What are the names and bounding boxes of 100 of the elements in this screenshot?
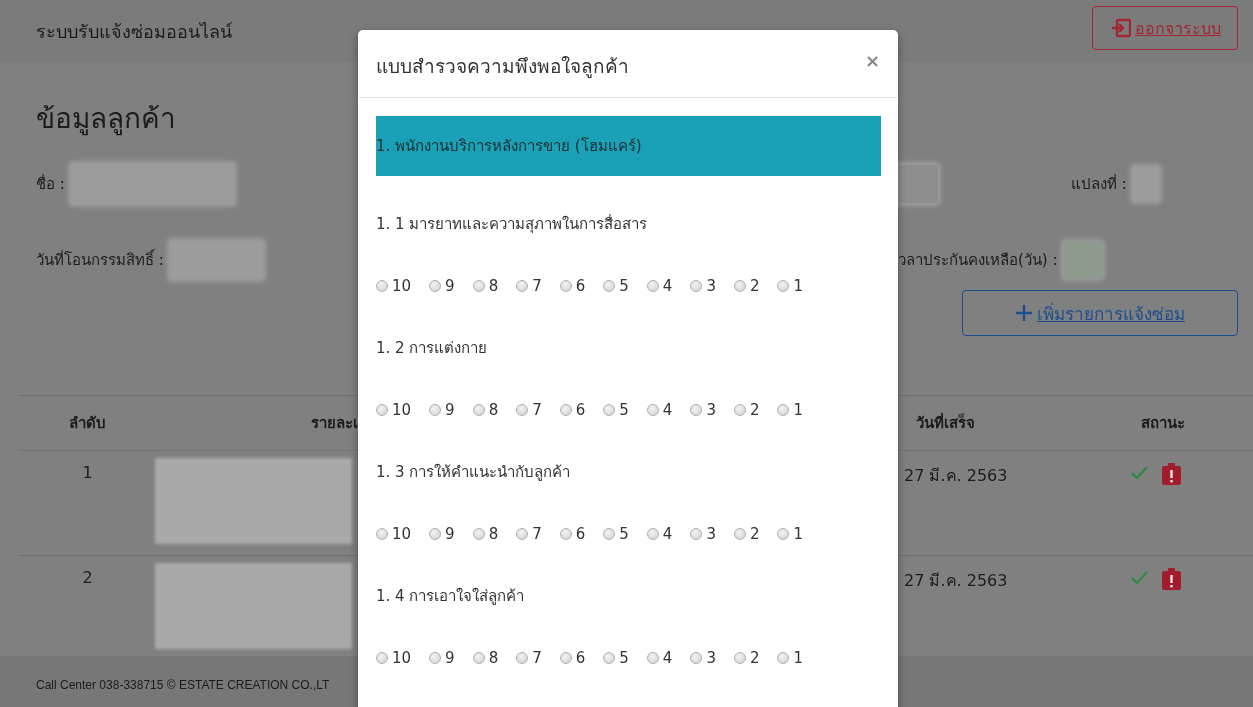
question-label: 1. 3 การให้คำแนะนำกับลูกค้า (376, 462, 572, 483)
footer-text: Call Center 038-338715 © ESTATE CREATION CO.,LT (36, 678, 330, 692)
radio-button[interactable] (690, 280, 703, 292)
rating-option[interactable]: 7 (516, 277, 542, 295)
rating-option[interactable]: 4 (646, 525, 673, 543)
section-heading: ข้อมูลลูกค้า (36, 101, 176, 138)
radio-button[interactable] (559, 652, 572, 664)
rating-option[interactable]: 6 (559, 277, 586, 295)
plus-icon (1015, 304, 1033, 322)
radio-button[interactable] (646, 404, 659, 416)
radio-button[interactable] (777, 280, 790, 292)
radio-button[interactable] (376, 404, 388, 416)
radio-button[interactable] (646, 528, 659, 540)
rating-option[interactable]: 9 (429, 277, 455, 295)
rating-option[interactable]: 8 (472, 649, 499, 667)
rating-option[interactable]: 8 (472, 401, 499, 419)
rating-option[interactable]: 8 (472, 525, 499, 543)
radio-button[interactable] (429, 280, 442, 292)
close-button[interactable]: × (862, 50, 882, 71)
radio-button[interactable] (516, 528, 529, 540)
radio-button[interactable] (472, 280, 485, 292)
rating-option[interactable]: 5 (603, 277, 629, 295)
rating-option[interactable]: 7 (516, 649, 542, 667)
blurred-value (898, 165, 938, 203)
logout-icon (1111, 18, 1131, 38)
rating-option[interactable]: 1 (777, 649, 803, 667)
rating-option[interactable]: 3 (690, 401, 716, 419)
rating-option[interactable]: 1 (777, 525, 803, 543)
radio-button[interactable] (429, 528, 442, 540)
rating-option[interactable]: 7 (516, 401, 542, 419)
rating-option[interactable]: 10 (376, 525, 412, 543)
radio-button[interactable] (646, 280, 659, 292)
radio-button[interactable] (603, 404, 616, 416)
question-label: 1. 2 การแต่งกาย (376, 338, 489, 359)
radio-button[interactable] (646, 652, 659, 664)
section-header: 1. พนักงานบริการหลังการขาย (โฮมแคร์) (376, 116, 881, 176)
clipboard-alert-icon (1160, 568, 1182, 591)
radio-button[interactable] (690, 528, 703, 540)
column-header: สถานะ (1139, 413, 1186, 434)
rating-option[interactable]: 2 (733, 277, 760, 295)
radio-button[interactable] (690, 652, 703, 664)
radio-button[interactable] (733, 404, 746, 416)
rating-option[interactable]: 3 (690, 649, 716, 667)
radio-button[interactable] (376, 280, 388, 292)
rating-option[interactable]: 10 (376, 649, 412, 667)
radio-button[interactable] (559, 280, 572, 292)
radio-button[interactable] (603, 528, 616, 540)
radio-button[interactable] (429, 652, 442, 664)
rating-option[interactable]: 2 (733, 401, 760, 419)
rating-option[interactable]: 4 (646, 401, 673, 419)
rating-option[interactable]: 6 (559, 649, 586, 667)
rating-option[interactable]: 2 (733, 525, 760, 543)
field-label: แปลงที่ : (1071, 173, 1127, 195)
dialog-title: แบบสำรวจความพึงพอใจลูกค้า (376, 53, 629, 80)
rating-option[interactable]: 5 (603, 525, 629, 543)
rating-option[interactable]: 3 (690, 525, 716, 543)
rating-option[interactable]: 10 (376, 401, 412, 419)
rating-option[interactable]: 4 (646, 649, 673, 667)
radio-button[interactable] (777, 528, 790, 540)
radio-button[interactable] (777, 404, 790, 416)
radio-button[interactable] (516, 652, 529, 664)
radio-button[interactable] (376, 528, 388, 540)
rating-option[interactable]: 5 (603, 401, 629, 419)
radio-button[interactable] (559, 404, 572, 416)
rating-option[interactable]: 6 (559, 401, 586, 419)
radio-button[interactable] (516, 404, 529, 416)
table-cell-text: 27 มี.ค. 2563 (903, 570, 1009, 592)
radio-button[interactable] (603, 280, 616, 292)
radio-button[interactable] (429, 404, 442, 416)
field-label: วลาประกันคงเหลือ(วัน) : (898, 250, 1058, 271)
rating-option[interactable]: 5 (603, 649, 629, 667)
radio-button[interactable] (603, 652, 616, 664)
question-label: 1. 1 มารยาทและความสุภาพในการสื่อสาร (376, 213, 649, 236)
field-label: วันที่โอนกรรมสิทธิ์ : (36, 248, 164, 271)
column-header: ลำดับ (68, 413, 107, 434)
field-label: ชื่อ : (36, 173, 65, 195)
rating-option[interactable]: 3 (690, 277, 716, 295)
rating-option[interactable]: 4 (646, 277, 673, 295)
rating-option[interactable]: 10 (376, 277, 412, 295)
radio-button[interactable] (472, 404, 485, 416)
rating-option[interactable]: 1 (777, 277, 803, 295)
rating-option[interactable]: 9 (429, 401, 455, 419)
column-header: วันที่เสร็จ (915, 411, 976, 434)
radio-button[interactable] (472, 652, 485, 664)
radio-button[interactable] (472, 528, 485, 540)
rating-option[interactable]: 7 (516, 525, 542, 543)
radio-button[interactable] (733, 652, 746, 664)
radio-button[interactable] (559, 528, 572, 540)
rating-option[interactable]: 9 (429, 649, 455, 667)
radio-button[interactable] (376, 652, 388, 664)
radio-button[interactable] (516, 280, 529, 292)
rating-option[interactable]: 6 (559, 525, 586, 543)
radio-button[interactable] (690, 404, 703, 416)
radio-button[interactable] (777, 652, 790, 664)
rating-option[interactable]: 1 (777, 401, 803, 419)
rating-option[interactable]: 9 (429, 525, 455, 543)
rating-option[interactable]: 2 (733, 649, 760, 667)
radio-button[interactable] (733, 280, 746, 292)
rating-option[interactable]: 8 (472, 277, 499, 295)
radio-button[interactable] (733, 528, 746, 540)
